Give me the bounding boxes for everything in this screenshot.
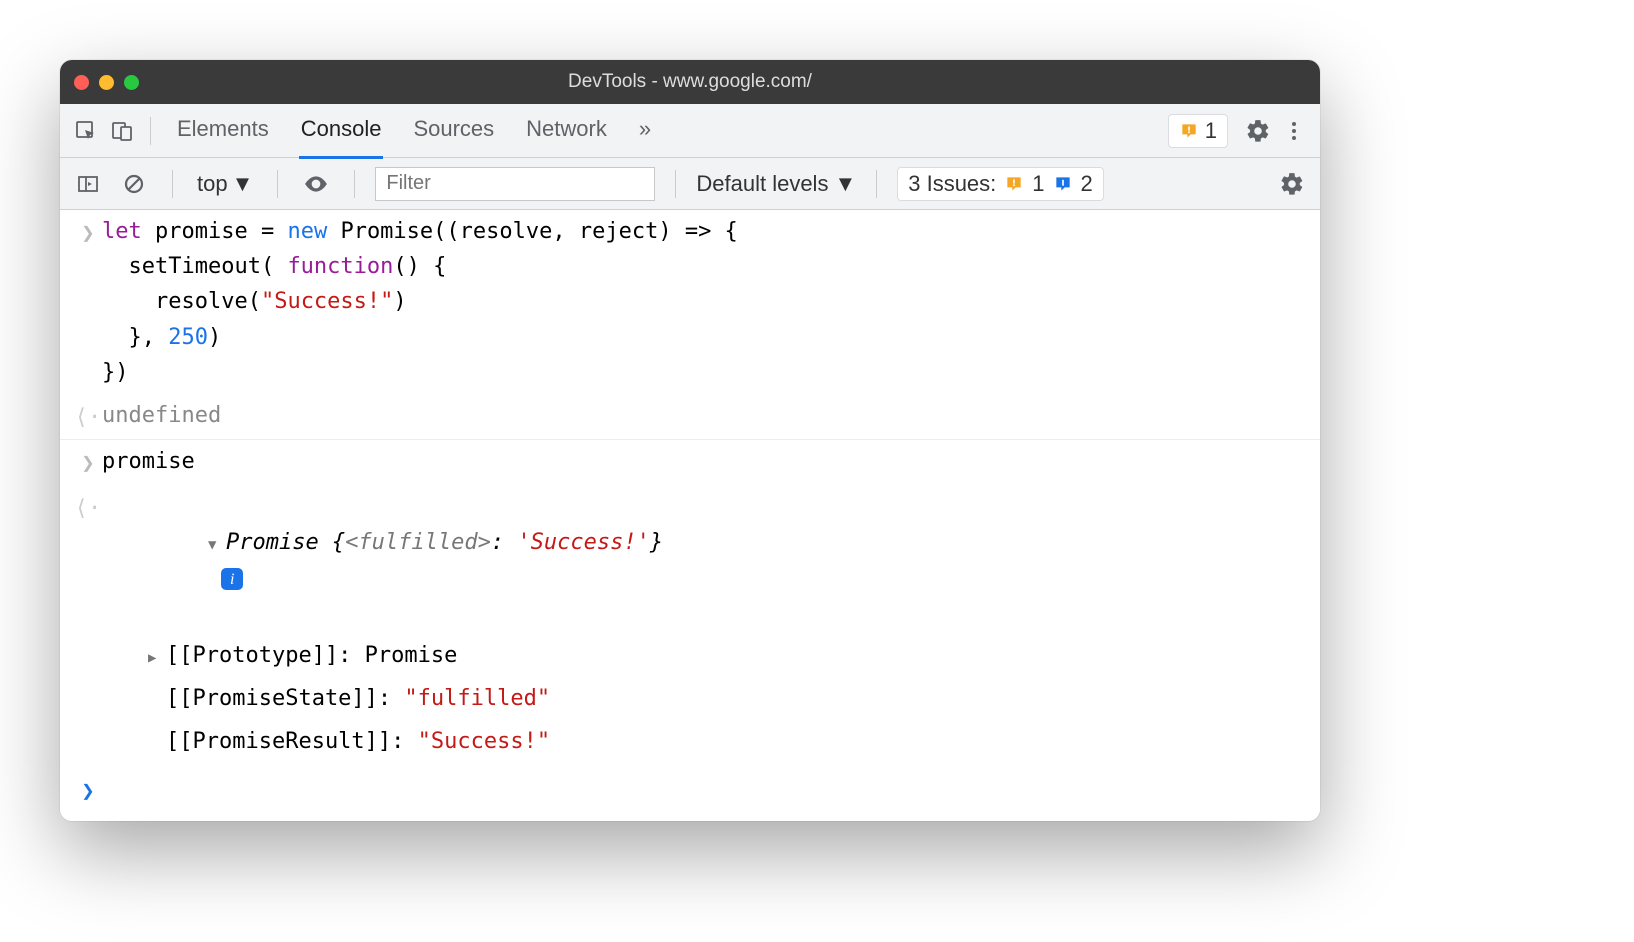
separator bbox=[150, 117, 151, 145]
panel-tabs: Elements Console Sources Network » bbox=[175, 102, 653, 159]
console-content[interactable]: ❯ let promise = new Promise((resolve, re… bbox=[60, 210, 1320, 821]
separator bbox=[277, 170, 278, 198]
context-selector[interactable]: top ▼ bbox=[193, 171, 257, 197]
state-value: 'Success!' bbox=[517, 530, 649, 555]
output-undefined: undefined bbox=[102, 398, 221, 433]
filter-input[interactable] bbox=[375, 167, 655, 201]
inspect-element-icon[interactable] bbox=[68, 113, 104, 149]
tab-overflow[interactable]: » bbox=[637, 102, 653, 159]
warning-icon bbox=[1179, 121, 1199, 141]
tab-sources[interactable]: Sources bbox=[411, 102, 496, 159]
console-input-row: ❯ promise bbox=[60, 440, 1320, 485]
code-input: promise bbox=[102, 444, 195, 479]
input-prompt-icon: ❯ bbox=[74, 214, 102, 251]
input-prompt-icon: ❯ bbox=[74, 444, 102, 481]
clear-console-icon[interactable] bbox=[116, 166, 152, 202]
maximize-window-button[interactable] bbox=[124, 75, 139, 90]
levels-label: Default levels bbox=[696, 171, 828, 197]
collapse-arrow-icon[interactable]: ▼ bbox=[208, 534, 226, 556]
object-property-row[interactable]: [[PromiseResult]]: "Success!" bbox=[60, 720, 1320, 763]
chevron-down-icon: ▼ bbox=[834, 171, 856, 197]
ctor-name: Promise bbox=[226, 530, 319, 555]
object-property-row[interactable]: [[PromiseState]]: "fulfilled" bbox=[60, 677, 1320, 720]
devtools-window: DevTools - www.google.com/ Elements Cons… bbox=[60, 60, 1320, 821]
separator bbox=[172, 170, 173, 198]
output-arrow-icon: ⟨· bbox=[74, 398, 102, 435]
info-badge-icon[interactable]: i bbox=[221, 568, 243, 590]
window-title: DevTools - www.google.com/ bbox=[60, 71, 1320, 93]
header-warning-badge[interactable]: 1 bbox=[1168, 114, 1228, 148]
settings-gear-icon[interactable] bbox=[1240, 113, 1276, 149]
more-menu-icon[interactable] bbox=[1276, 113, 1312, 149]
console-prompt-row[interactable]: ❯ bbox=[60, 764, 1320, 821]
separator bbox=[675, 170, 676, 198]
main-tabbar: Elements Console Sources Network » 1 bbox=[60, 104, 1320, 158]
console-toolbar: top ▼ Default levels ▼ 3 Issues: 1 2 bbox=[60, 158, 1320, 210]
issues-badge[interactable]: 3 Issues: 1 2 bbox=[897, 167, 1104, 201]
console-input-row: ❯ let promise = new Promise((resolve, re… bbox=[60, 210, 1320, 394]
warning-icon bbox=[1004, 174, 1024, 194]
tab-console[interactable]: Console bbox=[299, 102, 384, 159]
object-properties: ▶[[Prototype]]: Promise [[PromiseState]]:… bbox=[60, 634, 1320, 764]
separator bbox=[876, 170, 877, 198]
toggle-sidebar-icon[interactable] bbox=[70, 166, 106, 202]
info-icon bbox=[1053, 174, 1073, 194]
warning-count: 1 bbox=[1205, 118, 1217, 144]
prompt-icon: ❯ bbox=[74, 772, 102, 809]
state-label: <fulfilled> bbox=[345, 530, 491, 555]
titlebar[interactable]: DevTools - www.google.com/ bbox=[60, 60, 1320, 104]
object-summary[interactable]: ▼Promise {<fulfilled>: 'Success!'} i bbox=[102, 489, 663, 630]
output-arrow-icon: ⟨· bbox=[74, 489, 102, 526]
tab-elements[interactable]: Elements bbox=[175, 102, 271, 159]
device-toggle-icon[interactable] bbox=[104, 113, 140, 149]
code-input: let promise = new Promise((resolve, reje… bbox=[102, 214, 738, 390]
console-output-row: ⟨· ▼Promise {<fulfilled>: 'Success!'} i bbox=[60, 485, 1320, 634]
object-property-row[interactable]: ▶[[Prototype]]: Promise bbox=[60, 634, 1320, 677]
live-expression-eye-icon[interactable] bbox=[298, 166, 334, 202]
close-window-button[interactable] bbox=[74, 75, 89, 90]
property-line: [[PromiseState]]: "fulfilled" bbox=[102, 681, 550, 716]
log-levels-select[interactable]: Default levels ▼ bbox=[696, 171, 856, 197]
issues-info-count: 2 bbox=[1081, 171, 1093, 197]
property-line: ▶[[Prototype]]: Promise bbox=[102, 638, 457, 673]
console-settings-gear-icon[interactable] bbox=[1274, 166, 1310, 202]
chevron-down-icon: ▼ bbox=[232, 171, 254, 197]
expand-arrow-icon[interactable]: ▶ bbox=[148, 647, 166, 669]
property-line: [[PromiseResult]]: "Success!" bbox=[102, 724, 550, 759]
issues-warn-count: 1 bbox=[1032, 171, 1044, 197]
issues-label: 3 Issues: bbox=[908, 171, 996, 197]
separator bbox=[354, 170, 355, 198]
console-output-row: ⟨· undefined bbox=[60, 394, 1320, 440]
context-label: top bbox=[197, 171, 228, 197]
minimize-window-button[interactable] bbox=[99, 75, 114, 90]
traffic-lights bbox=[74, 75, 139, 90]
tab-network[interactable]: Network bbox=[524, 102, 609, 159]
